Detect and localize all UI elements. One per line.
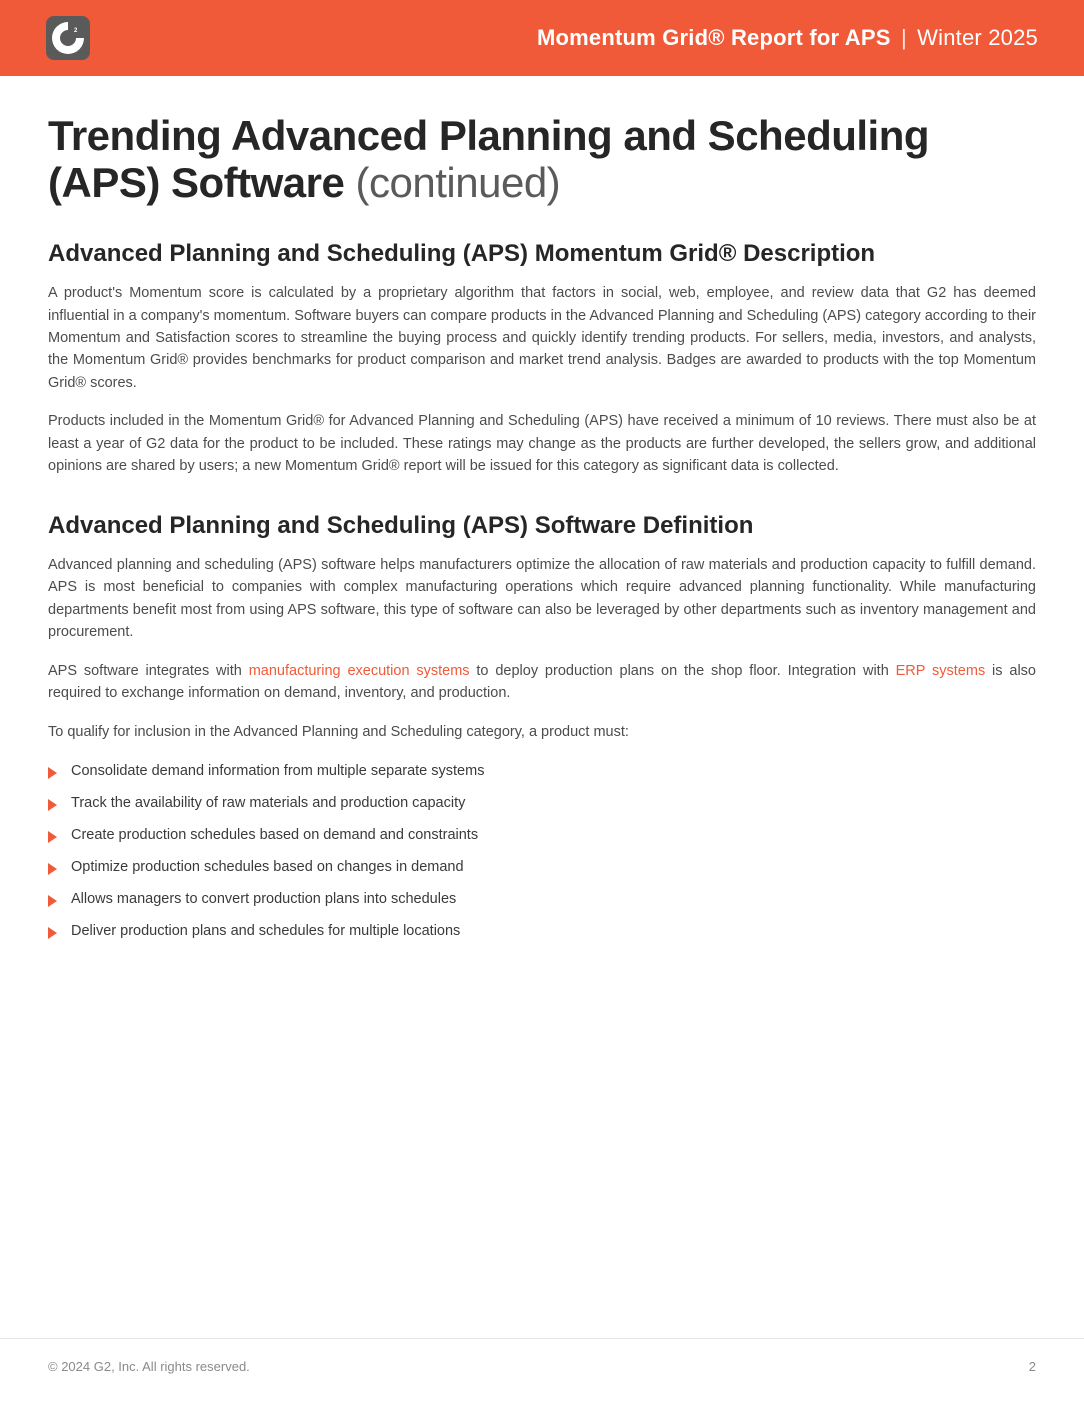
list-item: Optimize production schedules based on c… (48, 851, 1036, 883)
list-item-text: Consolidate demand information from mult… (71, 763, 484, 779)
list-item-text: Optimize production schedules based on c… (71, 859, 464, 875)
def-p2-prefix: APS software integrates with (48, 663, 249, 679)
list-item-text: Allows managers to convert production pl… (71, 891, 456, 907)
definition-paragraph-3: To qualify for inclusion in the Advanced… (48, 721, 1036, 743)
g2-logo: 2 (46, 16, 90, 60)
list-item: Consolidate demand information from mult… (48, 755, 1036, 787)
triangle-bullet-icon (48, 799, 57, 811)
triangle-bullet-icon (48, 895, 57, 907)
description-paragraph-1: A product's Momentum score is calculated… (48, 282, 1036, 394)
link-mes[interactable]: manufacturing execution systems (249, 663, 470, 679)
pipe-separator: | (901, 25, 907, 50)
list-item: Allows managers to convert production pl… (48, 883, 1036, 915)
qualify-list: Consolidate demand information from mult… (48, 755, 1036, 947)
section-heading-definition: Advanced Planning and Scheduling (APS) S… (48, 512, 1036, 540)
list-item: Deliver production plans and schedules f… (48, 915, 1036, 947)
title-suffix: (continued) (344, 159, 560, 206)
def-p2-mid: to deploy production plans on the shop f… (470, 663, 896, 679)
header-bar: 2 Momentum Grid® Report for APS | Winter… (0, 0, 1084, 76)
triangle-bullet-icon (48, 863, 57, 875)
g2-logo-icon: 2 (46, 16, 90, 60)
list-item-text: Deliver production plans and schedules f… (71, 923, 460, 939)
section-heading-description: Advanced Planning and Scheduling (APS) M… (48, 240, 1036, 268)
definition-paragraph-1: Advanced planning and scheduling (APS) s… (48, 554, 1036, 644)
triangle-bullet-icon (48, 767, 57, 779)
page-title: Trending Advanced Planning and Schedulin… (48, 112, 1036, 206)
list-item: Track the availability of raw materials … (48, 787, 1036, 819)
svg-text:2: 2 (74, 28, 78, 34)
page-number: 2 (1029, 1359, 1036, 1374)
list-item-text: Track the availability of raw materials … (71, 795, 465, 811)
list-item-text: Create production schedules based on dem… (71, 827, 478, 843)
triangle-bullet-icon (48, 831, 57, 843)
report-period: Winter 2025 (917, 25, 1038, 50)
page-content: Trending Advanced Planning and Schedulin… (0, 76, 1084, 947)
definition-paragraph-2: APS software integrates with manufacturi… (48, 660, 1036, 705)
list-item: Create production schedules based on dem… (48, 819, 1036, 851)
document-page: 2 Momentum Grid® Report for APS | Winter… (0, 0, 1084, 1402)
triangle-bullet-icon (48, 927, 57, 939)
report-title-bold: Momentum Grid® Report for APS (537, 25, 891, 50)
copyright-text: © 2024 G2, Inc. All rights reserved. (48, 1359, 250, 1374)
link-erp[interactable]: ERP systems (896, 663, 986, 679)
description-paragraph-2: Products included in the Momentum Grid® … (48, 410, 1036, 477)
page-footer: © 2024 G2, Inc. All rights reserved. 2 (0, 1338, 1084, 1402)
report-title: Momentum Grid® Report for APS | Winter 2… (537, 25, 1038, 51)
